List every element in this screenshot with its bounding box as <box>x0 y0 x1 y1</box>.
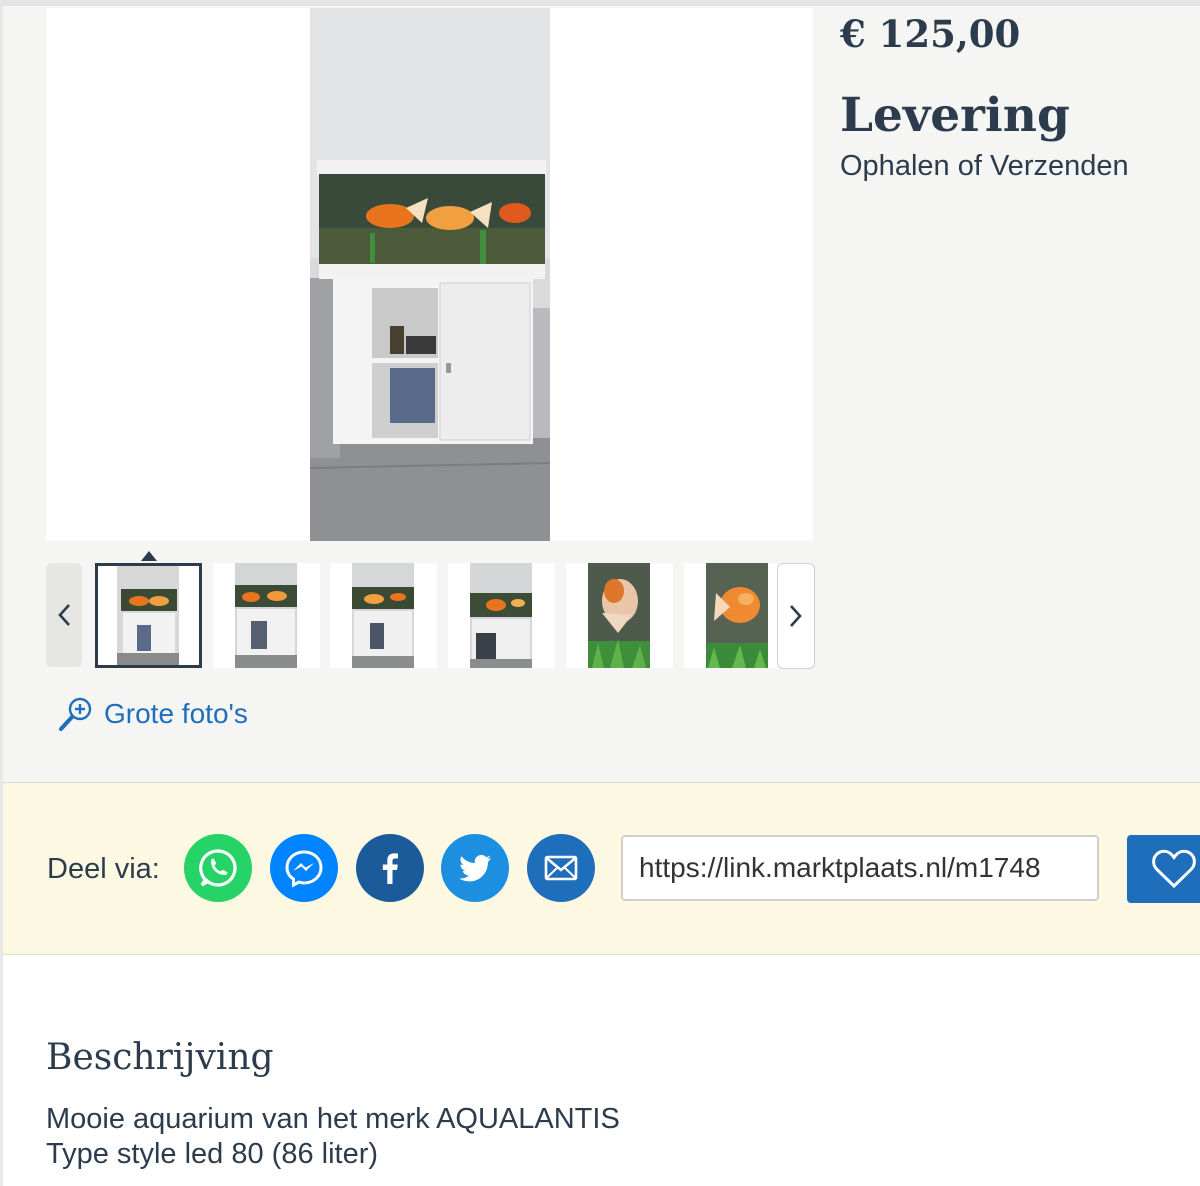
thumbnail-image <box>352 563 414 668</box>
large-photos-link[interactable]: Grote foto's <box>58 696 248 732</box>
share-twitter-button[interactable] <box>441 834 509 902</box>
thumbnail-1[interactable] <box>95 563 202 668</box>
zoom-in-icon <box>59 697 92 731</box>
delivery-title: Levering <box>840 88 1070 143</box>
thumbnail-image <box>117 566 179 665</box>
share-messenger-button[interactable] <box>270 834 338 902</box>
active-thumbnail-pointer <box>141 551 157 561</box>
description-line: Type style led 80 (86 liter) <box>46 1138 379 1170</box>
share-link-field[interactable] <box>621 835 1099 901</box>
thumbnail-next-button[interactable] <box>777 563 815 669</box>
whatsapp-icon <box>199 849 237 887</box>
chevron-left-icon <box>58 604 70 626</box>
listing-price: € 125,00 <box>840 12 1021 56</box>
facebook-icon <box>382 853 398 884</box>
share-email-button[interactable] <box>527 834 595 902</box>
thumbnail-prev-button[interactable] <box>46 563 82 667</box>
main-photo[interactable] <box>46 8 813 541</box>
chevron-right-icon <box>790 605 802 627</box>
aquarium-photo <box>310 8 550 541</box>
heart-icon <box>1152 849 1196 889</box>
thumbnail-image <box>235 563 297 668</box>
share-bar: Deel via: <box>3 783 1200 955</box>
large-photos-label: Grote foto's <box>104 698 248 729</box>
share-facebook-button[interactable] <box>356 834 424 902</box>
description-heading: Beschrijving <box>46 1037 274 1078</box>
thumbnail-image <box>706 563 768 668</box>
thumbnail-image <box>470 563 532 668</box>
delivery-method: Ophalen of Verzenden <box>840 150 1129 182</box>
thumbnail-image <box>588 563 650 668</box>
thumbnail-6[interactable] <box>684 563 791 668</box>
messenger-icon <box>285 850 323 888</box>
thumbnail-2[interactable] <box>213 563 320 668</box>
favorite-button[interactable] <box>1127 835 1200 903</box>
email-icon <box>544 855 578 881</box>
twitter-icon <box>459 855 491 882</box>
thumbnail-3[interactable] <box>330 563 437 668</box>
thumbnail-4[interactable] <box>448 563 555 668</box>
description-line: Mooie aquarium van het merk AQUALANTIS <box>46 1103 620 1135</box>
thumbnail-5[interactable] <box>566 563 673 668</box>
share-whatsapp-button[interactable] <box>184 834 252 902</box>
share-label: Deel via: <box>47 853 160 885</box>
